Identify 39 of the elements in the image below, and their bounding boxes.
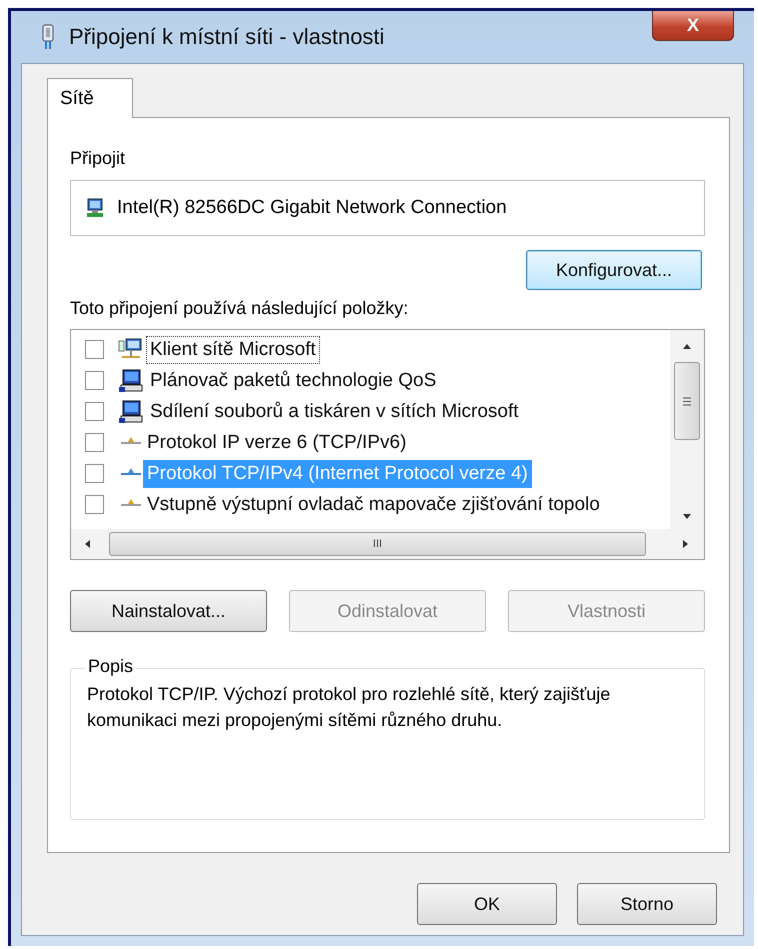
action-button[interactable]: Nainstalovat... [70, 590, 267, 632]
checkbox[interactable] [85, 371, 104, 390]
dialog-button[interactable]: OK [417, 883, 557, 925]
description-text: Protokol TCP/IP. Výchozí protokol pro rozlehlé sítě, který zajišťuje komunikaci mezi propojenými sítěmi různého druhu. [87, 683, 612, 732]
adapter-name: Intel(R) 82566DC Gigabit Network Connection [117, 197, 507, 219]
item-label[interactable]: Klient sítě Microsoft [146, 336, 320, 364]
item-label[interactable]: Vstupně výstupní ovladač mapovače zjišťování topolo [143, 490, 604, 518]
checkbox[interactable] [85, 402, 104, 421]
protocol-icon [121, 468, 141, 475]
checkbox[interactable] [85, 495, 104, 514]
configure-button[interactable]: Konfigurovat... [526, 250, 702, 290]
checkbox[interactable] [85, 433, 104, 452]
computer-icon [118, 368, 144, 392]
window-title: Připojení k místní síti - vlastnosti [69, 24, 386, 50]
scroll-thumb[interactable] [674, 362, 700, 440]
scroll-right-icon[interactable] [682, 539, 690, 549]
item-label[interactable]: Sdílení souborů a tiskáren v sítích Microsoft [146, 398, 523, 426]
item-label[interactable]: Protokol IP verze 6 (TCP/IPv6) [143, 428, 410, 456]
checkbox[interactable] [85, 464, 104, 483]
protocol-icon [121, 499, 141, 506]
protocol-icon [121, 437, 141, 444]
description-title: Popis [85, 656, 136, 677]
plug-icon [41, 24, 55, 50]
network-adapter-icon [85, 198, 105, 218]
scroll-up-icon[interactable] [682, 342, 692, 350]
vertical-scrollbar[interactable] [670, 330, 704, 529]
checkbox[interactable] [85, 340, 104, 359]
item-label[interactable]: Plánovač paketů technologie QoS [146, 366, 440, 394]
tab[interactable]: Sítě [47, 78, 133, 118]
close-button[interactable]: X [652, 11, 734, 41]
computer-icon [118, 400, 144, 424]
scroll-down-icon[interactable] [682, 513, 692, 521]
horizontal-scrollbar[interactable]: III [71, 529, 704, 559]
dialog-button[interactable]: Storno [577, 883, 717, 925]
connect-label: Připojit [70, 148, 126, 169]
grip-icon [682, 396, 692, 406]
items-label: Toto připojení používá následující položky: [70, 298, 408, 319]
scroll-left-icon[interactable] [83, 539, 91, 549]
scroll-thumb[interactable]: III [109, 532, 646, 556]
